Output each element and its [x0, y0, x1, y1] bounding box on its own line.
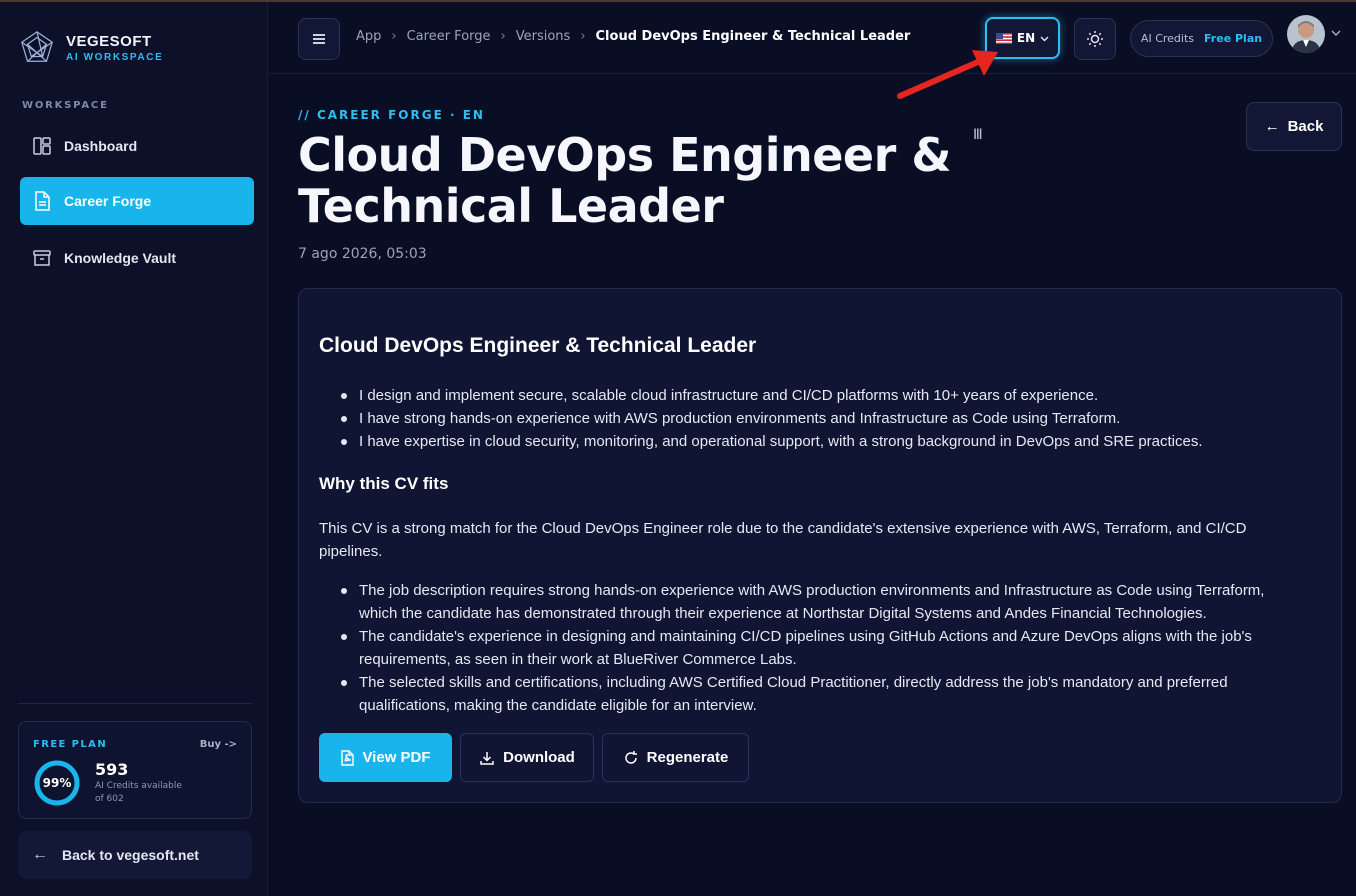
chevron-down-icon: [1040, 31, 1049, 45]
plan-card: FREE PLAN Buy -> 99% 593 AI Credits avai…: [18, 721, 252, 819]
why-fits-heading: Why this CV fits: [319, 474, 449, 493]
back-button-label: Back: [1287, 118, 1324, 135]
list-item: I design and implement secure, scalable …: [339, 384, 1299, 407]
fit-list: The job description requires strong hand…: [339, 579, 1299, 717]
breadcrumb: App › Career Forge › Versions › Cloud De…: [356, 29, 910, 44]
download-label: Download: [503, 749, 575, 766]
dashboard-icon: [32, 136, 52, 156]
page-date: 7 ago 2026, 05:03: [298, 246, 427, 262]
back-to-site-link[interactable]: ← Back to vegesoft.net: [18, 831, 252, 879]
fit-paragraph: This CV is a strong match for the Cloud …: [319, 520, 1247, 560]
plan-badge: Free Plan: [1204, 32, 1263, 45]
arrow-left-icon: ←: [1264, 118, 1280, 135]
arrow-left-icon: ←: [32, 846, 48, 863]
card-actions: View PDF Download Regenerate: [319, 733, 749, 782]
view-pdf-button[interactable]: View PDF: [319, 733, 452, 782]
download-icon: [480, 751, 494, 765]
back-to-site-label: Back to vegesoft.net: [62, 847, 199, 863]
avatar[interactable]: [1287, 15, 1325, 53]
us-flag-icon: [995, 32, 1012, 44]
archive-icon: [32, 248, 52, 268]
sidebar-item-label: Dashboard: [64, 138, 138, 154]
brand-subtitle: AI WORKSPACE: [66, 52, 164, 63]
list-item: The job description requires strong hand…: [339, 579, 1299, 625]
breadcrumb-current: Cloud DevOps Engineer & Technical Leader: [595, 29, 911, 44]
sidebar-item-label: Knowledge Vault: [64, 250, 177, 266]
chevron-right-icon: ›: [391, 29, 397, 44]
annotation-arrow-icon: [897, 50, 998, 99]
credits-total: of 602: [95, 794, 124, 804]
document-icon: [32, 191, 52, 211]
breadcrumb-app[interactable]: App: [356, 29, 381, 44]
brand-name: VEGESOFT: [66, 33, 152, 50]
credits-percent: 99%: [42, 776, 72, 790]
workspace-section-label: WORKSPACE: [22, 100, 109, 111]
brand[interactable]: VEGESOFT AI WORKSPACE: [18, 28, 163, 68]
sidebar-item-dashboard[interactable]: Dashboard: [20, 122, 254, 170]
list-item: The selected skills and certifications, …: [339, 671, 1299, 717]
menu-toggle-button[interactable]: [298, 18, 340, 60]
plan-title: FREE PLAN: [33, 739, 108, 750]
language-label: EN: [1016, 31, 1036, 45]
cv-title: Cloud DevOps Engineer & Technical Leader: [319, 334, 757, 357]
theme-toggle-button[interactable]: [1074, 18, 1116, 60]
text-cursor-icon: Ⅲ: [973, 127, 983, 143]
cv-preview-card: Cloud DevOps Engineer & Technical Leader…: [298, 288, 1342, 803]
brand-logo-icon: [21, 31, 53, 62]
ai-credits-pill[interactable]: AI Credits Free Plan: [1130, 20, 1273, 57]
back-button[interactable]: ← Back: [1246, 102, 1342, 151]
list-item: I have expertise in cloud security, moni…: [339, 430, 1299, 453]
hamburger-icon: [313, 34, 325, 44]
credits-available: 593: [95, 760, 129, 779]
pdf-file-icon: [341, 749, 355, 766]
view-pdf-label: View PDF: [362, 749, 431, 766]
sidebar-divider: [18, 703, 252, 704]
buy-credits-link[interactable]: Buy ->: [200, 739, 237, 750]
credits-description: AI Credits available of 602: [95, 780, 182, 806]
sidebar-item-career-forge[interactable]: Career Forge: [20, 177, 254, 225]
chevron-right-icon: ›: [580, 29, 586, 44]
page-title: Cloud DevOps Engineer & Technical Leader: [298, 128, 951, 233]
download-button[interactable]: Download: [460, 733, 594, 782]
summary-list: I design and implement secure, scalable …: [339, 384, 1299, 453]
ai-credits-label: AI Credits: [1140, 32, 1194, 45]
sun-icon: [1087, 31, 1103, 47]
list-item: I have strong hands-on experience with A…: [339, 407, 1299, 430]
sidebar-item-label: Career Forge: [64, 193, 152, 209]
chevron-down-icon[interactable]: [1331, 26, 1341, 39]
sidebar-item-knowledge-vault[interactable]: Knowledge Vault: [20, 234, 254, 282]
breadcrumb-career-forge[interactable]: Career Forge: [407, 29, 491, 44]
sidebar: VEGESOFT AI WORKSPACE WORKSPACE Dashboar…: [0, 2, 268, 896]
regenerate-button[interactable]: Regenerate: [602, 733, 749, 782]
credits-desc-line: AI Credits available: [95, 781, 182, 791]
refresh-icon: [624, 750, 637, 764]
page-eyebrow: // CAREER FORGE · EN: [298, 108, 485, 122]
list-item: The candidate's experience in designing …: [339, 625, 1299, 671]
top-header: App › Career Forge › Versions › Cloud De…: [269, 2, 1356, 74]
chevron-right-icon: ›: [500, 29, 506, 44]
regenerate-label: Regenerate: [646, 749, 729, 766]
breadcrumb-versions[interactable]: Versions: [516, 29, 571, 44]
